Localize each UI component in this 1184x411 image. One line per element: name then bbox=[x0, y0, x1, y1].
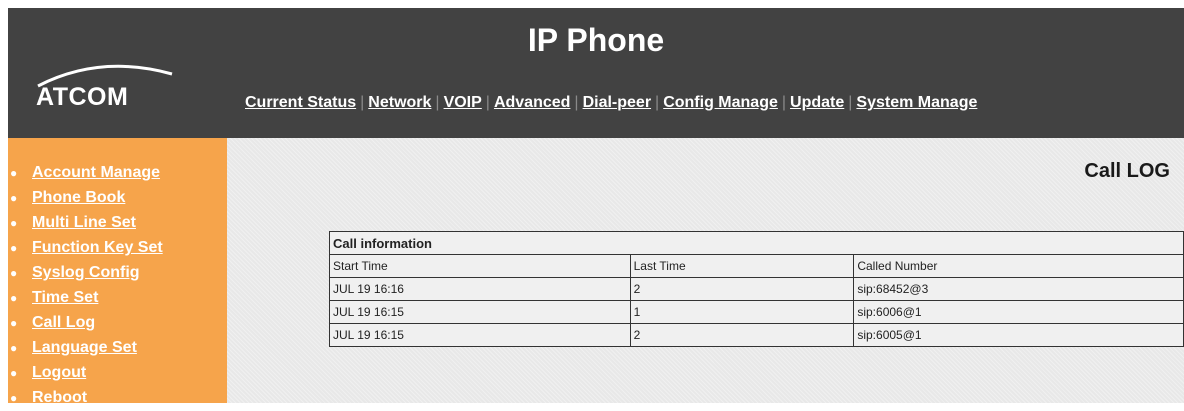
nav-separator: | bbox=[485, 94, 490, 111]
bullet-icon: ● bbox=[10, 391, 18, 405]
bullet-icon: ● bbox=[10, 316, 18, 330]
sidebar-item-account-manage: ● Account Manage bbox=[8, 160, 163, 185]
cell-last-time: 1 bbox=[629, 300, 855, 324]
table-row: JUL 19 16:15 2 sip:6005@1 bbox=[329, 323, 1184, 347]
cell-last-time: 2 bbox=[629, 323, 855, 347]
nav-separator: | bbox=[848, 94, 853, 111]
sidebar-item-reboot: ● Reboot bbox=[8, 385, 163, 410]
cell-called-number: sip:68452@3 bbox=[853, 277, 1184, 301]
sidebar-item-call-log: ● Call Log bbox=[8, 310, 163, 335]
cell-last-time: 2 bbox=[629, 277, 855, 301]
nav-separator: | bbox=[435, 94, 440, 111]
sidebar-link-multi-line-set[interactable]: Multi Line Set bbox=[32, 214, 136, 231]
table-row: JUL 19 16:16 2 sip:68452@3 bbox=[329, 277, 1184, 301]
cell-called-number: sip:6006@1 bbox=[853, 300, 1184, 324]
nav-update[interactable]: Update bbox=[790, 94, 844, 111]
nav-separator: | bbox=[360, 94, 365, 111]
table-row: JUL 19 16:15 1 sip:6006@1 bbox=[329, 300, 1184, 324]
table-caption: Call information bbox=[329, 231, 1184, 255]
bullet-icon: ● bbox=[10, 366, 18, 380]
page-title: Call LOG bbox=[1084, 160, 1170, 182]
bullet-icon: ● bbox=[10, 291, 18, 305]
page-header-title: IP Phone bbox=[527, 22, 665, 58]
column-header-start-time: Start Time bbox=[329, 254, 631, 278]
sidebar-link-phone-book[interactable]: Phone Book bbox=[32, 189, 125, 206]
bullet-icon: ● bbox=[10, 341, 18, 355]
sidebar-item-multi-line-set: ● Multi Line Set bbox=[8, 210, 163, 235]
nav-voip[interactable]: VOIP bbox=[444, 94, 482, 111]
top-nav: Current Status | Network | VOIP | Advanced | Dia… bbox=[245, 94, 977, 112]
sidebar: ● Account Manage ● Phone Book ● Multi Line … bbox=[8, 138, 227, 406]
bullet-icon: ● bbox=[10, 241, 18, 255]
column-header-last-time: Last Time bbox=[629, 254, 855, 278]
sidebar-link-time-set[interactable]: Time Set bbox=[32, 289, 98, 306]
sidebar-item-syslog-config: ● Syslog Config bbox=[8, 260, 163, 285]
bullet-icon: ● bbox=[10, 191, 18, 205]
nav-current-status[interactable]: Current Status bbox=[245, 94, 356, 111]
cell-start-time: JUL 19 16:15 bbox=[329, 323, 631, 347]
header-bar: IP Phone ATCOM Current Status | Network | VO… bbox=[8, 8, 1184, 138]
nav-advanced[interactable]: Advanced bbox=[494, 94, 570, 111]
table-header-row: Start Time Last Time Called Number bbox=[329, 254, 1184, 278]
cell-start-time: JUL 19 16:15 bbox=[329, 300, 631, 324]
nav-separator: | bbox=[655, 94, 660, 111]
nav-separator: | bbox=[781, 94, 787, 111]
cell-start-time: JUL 19 16:16 bbox=[329, 277, 631, 301]
sidebar-item-phone-book: ● Phone Book bbox=[8, 185, 163, 210]
sidebar-item-language-set: ● Language Set bbox=[8, 335, 163, 360]
main-content: Call LOG Call information Start Time Las… bbox=[227, 138, 1184, 403]
table-caption-row: Call information bbox=[329, 231, 1184, 255]
bullet-icon: ● bbox=[10, 166, 18, 180]
bullet-icon: ● bbox=[10, 266, 18, 280]
call-log-table: Call information Start Time Last Time Ca… bbox=[329, 231, 1184, 347]
bullet-icon: ● bbox=[10, 216, 18, 230]
nav-system-manage[interactable]: System Manage bbox=[856, 94, 977, 111]
sidebar-link-call-log[interactable]: Call Log bbox=[32, 314, 95, 331]
sidebar-item-function-key-set: ● Function Key Set bbox=[8, 235, 163, 260]
sidebar-item-time-set: ● Time Set bbox=[8, 285, 163, 310]
cell-called-number: sip:6005@1 bbox=[853, 323, 1184, 347]
sidebar-menu: ● Account Manage ● Phone Book ● Multi Line … bbox=[8, 160, 163, 410]
logo-text: ATCOM bbox=[36, 83, 129, 111]
nav-config-manage[interactable]: Config Manage bbox=[663, 94, 778, 111]
nav-network[interactable]: Network bbox=[368, 94, 431, 111]
sidebar-item-logout: ● Logout bbox=[8, 360, 163, 385]
sidebar-link-language-set[interactable]: Language Set bbox=[32, 339, 137, 356]
column-header-called-number: Called Number bbox=[853, 254, 1184, 278]
nav-separator: | bbox=[574, 94, 579, 111]
nav-dial-peer[interactable]: Dial-peer bbox=[583, 94, 651, 111]
sidebar-link-account-manage[interactable]: Account Manage bbox=[32, 164, 160, 181]
atcom-logo: ATCOM bbox=[30, 56, 180, 116]
sidebar-link-reboot[interactable]: Reboot bbox=[32, 389, 87, 406]
sidebar-link-syslog-config[interactable]: Syslog Config bbox=[32, 264, 140, 281]
sidebar-link-logout[interactable]: Logout bbox=[32, 364, 86, 381]
sidebar-link-function-key-set[interactable]: Function Key Set bbox=[32, 239, 163, 256]
